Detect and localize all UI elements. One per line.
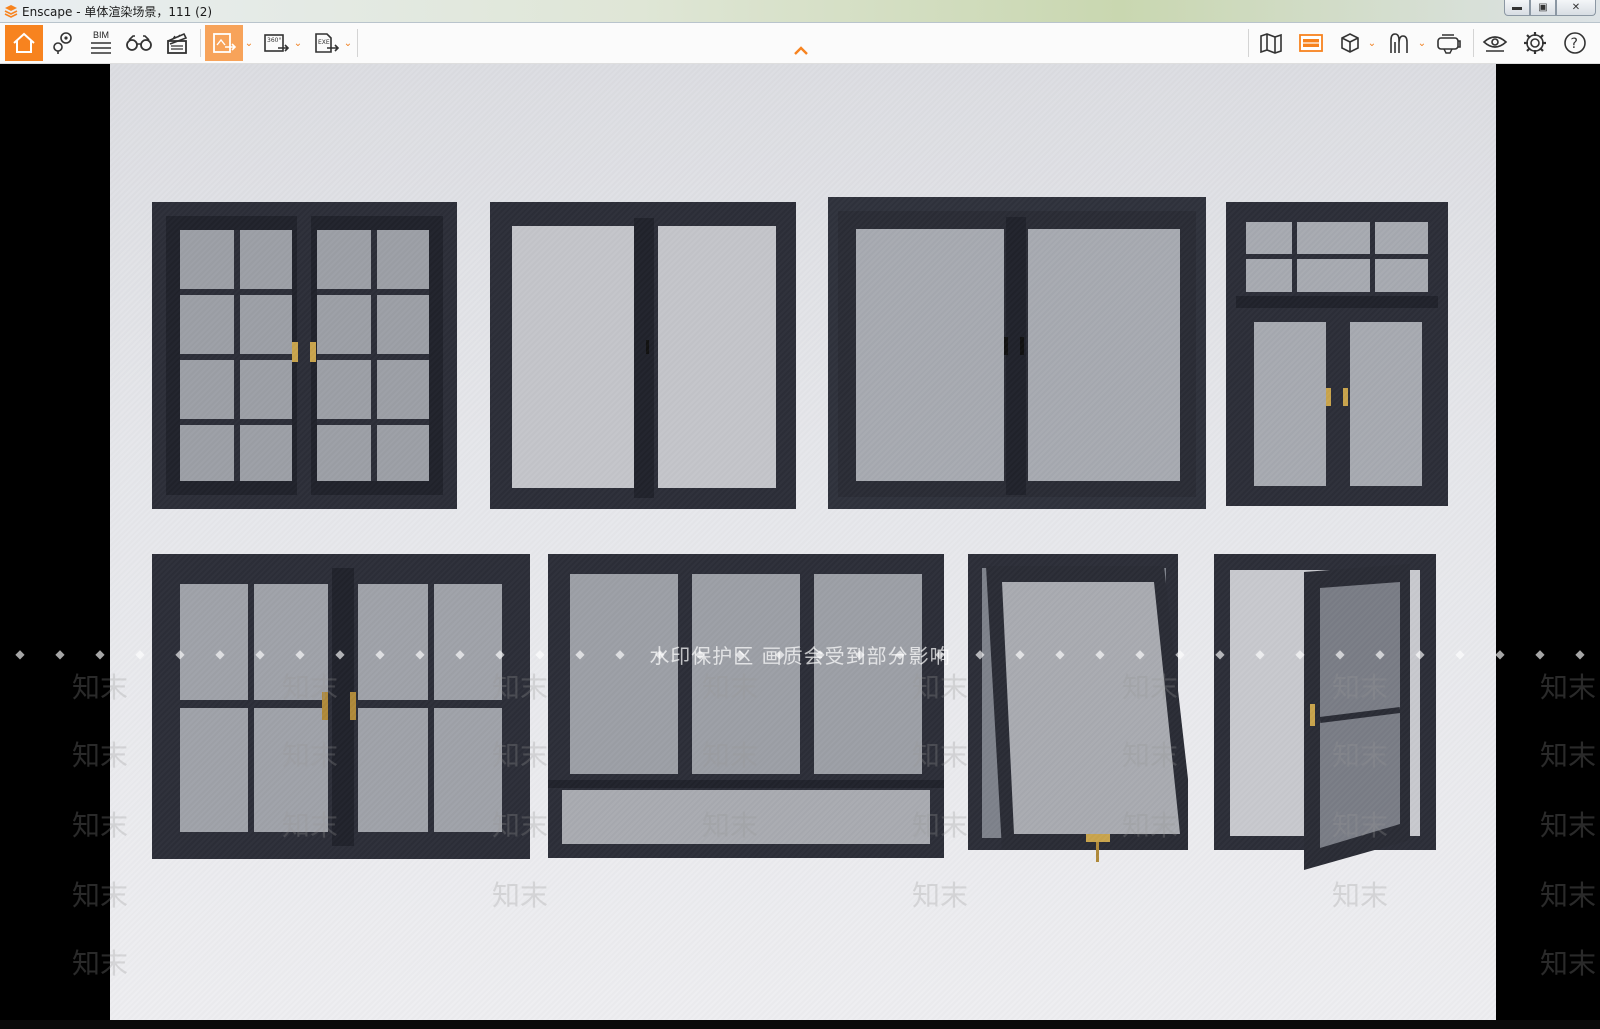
render-export-dropdown[interactable]: ⌄ [243,25,255,61]
minimize-button[interactable]: ▬ [1504,0,1530,16]
window-title: Enscape - 单体渲染场景，111 (2) [22,4,213,19]
top-hung-awning-window [968,554,1188,876]
watermark-mark: 知末 [1540,739,1597,772]
views-button[interactable] [46,25,80,61]
home-icon [13,32,35,53]
bim-label: BIM [92,30,109,40]
map-pin-icon [53,32,72,54]
material-button[interactable] [1334,25,1366,61]
side-hung-open-window [1214,554,1436,876]
casement-window-with-transom [1226,202,1448,506]
toolbar-separator [200,29,201,57]
svg-text:360°: 360° [267,37,281,44]
svg-text:EXE: EXE [318,39,330,46]
cube-icon [1341,33,1359,53]
map-button[interactable] [1254,25,1288,61]
maximize-icon: ▣ [1538,2,1548,13]
exe-export-icon: EXE [315,33,340,53]
fixed-window-three-pane [548,554,944,858]
chevron-down-icon: ⌄ [1367,37,1377,49]
watermark-mark: 知末 [1540,671,1597,704]
chevron-up-icon[interactable] [793,44,809,56]
minimize-icon: ▬ [1512,2,1522,13]
vr-headset-icon [1437,34,1461,54]
visual-settings-button[interactable] [1478,25,1512,61]
panorama-360-icon: 360° [264,34,290,52]
bim-button[interactable]: BIM [84,25,118,61]
sliding-window-two-pane [490,202,796,509]
toolbar-separator [357,29,358,57]
gear-icon [1524,32,1546,54]
render-export-button[interactable] [205,25,243,61]
atmosphere-dropdown[interactable]: ⌄ [1416,25,1428,61]
bim-icon [91,42,111,54]
settings-button[interactable] [1518,25,1552,61]
scene-render[interactable] [110,64,1496,1024]
sliding-window-wide [828,197,1206,509]
atmosphere-icon [1390,33,1408,53]
chevron-down-icon: ⌄ [293,37,303,49]
close-button[interactable]: ✕ [1556,0,1596,16]
casement-window-grid [152,202,457,509]
watermark-mark: 知末 [1540,879,1597,912]
clapperboard-icon [167,32,188,54]
atmosphere-button[interactable] [1382,25,1416,61]
toolbar-separator [1473,29,1474,57]
render-viewport[interactable]: ◆ ◆ ◆ ◆ ◆ ◆ ◆ ◆ ◆ ◆ ◆ ◆ ◆ ◆ ◆ ◆ ◆ ◆ ◆ ◆ ◆ ◆ ◆ ◆ ◆ ◆ ◆ ◆ ◆ ◆ ◆ ◆ ◆ ◆ ◆ ◆ ◆ ◆ ◆ ◆… [0,64,1600,1029]
chevron-down-icon: ⌄ [1417,37,1427,49]
material-dropdown[interactable]: ⌄ [1366,25,1378,61]
binoculars-icon [126,35,152,51]
eye-icon [1482,36,1508,52]
enscape-logo-icon [4,5,18,18]
maximize-button[interactable]: ▣ [1530,0,1556,16]
chevron-down-icon: ⌄ [244,37,254,49]
export-image-icon [213,33,237,53]
home-button[interactable] [5,25,43,61]
casement-window-six-lite [152,554,530,859]
video-editor-button[interactable] [160,25,194,61]
vr-button[interactable] [1432,25,1466,61]
watermark-mark: 知末 [1540,809,1597,842]
panorama-export-button[interactable]: 360° [258,25,294,61]
map-icon [1260,33,1282,54]
view-mode-button[interactable] [122,25,156,61]
exe-export-dropdown[interactable]: ⌄ [342,25,354,61]
help-icon: ? [1564,32,1586,54]
window-bottom-border [0,1020,1600,1029]
asset-library-button[interactable] [1294,25,1328,61]
panorama-export-dropdown[interactable]: ⌄ [292,25,304,61]
close-icon: ✕ [1571,2,1581,13]
asset-library-icon [1299,34,1323,52]
chevron-down-icon: ⌄ [343,37,353,49]
title-bar: Enscape - 单体渲染场景，111 (2) [0,0,1600,23]
exe-export-button[interactable]: EXE [308,25,344,61]
watermark-mark: 知末 [1540,947,1597,980]
toolbar-separator [1248,29,1249,57]
help-button[interactable]: ? [1558,25,1592,61]
svg-text:?: ? [1571,36,1578,52]
